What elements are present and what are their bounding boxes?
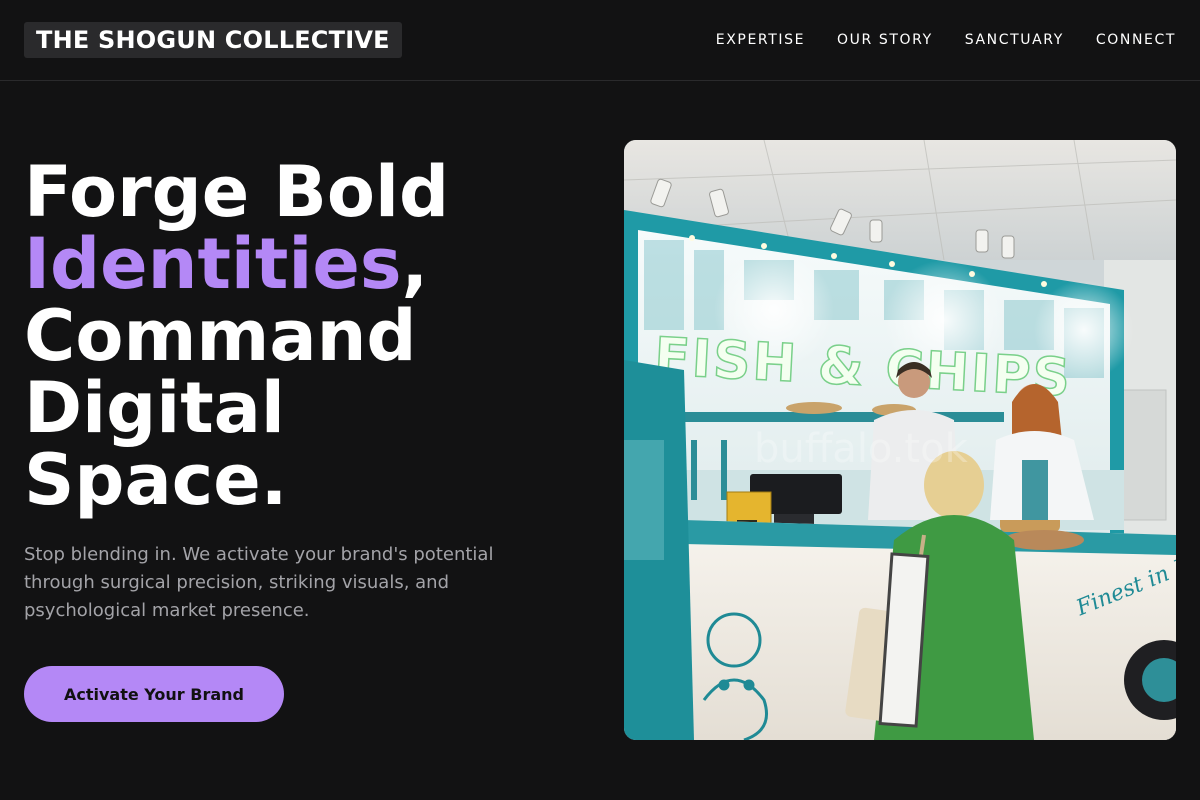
nav-link-sanctuary[interactable]: SANCTUARY — [965, 30, 1064, 50]
brand-logo[interactable]: THE SHOGUN COLLECTIVE — [24, 22, 402, 58]
hero-subtext: Stop blending in. We activate your brand… — [24, 544, 494, 621]
headline-line-4: Digital — [24, 367, 285, 449]
nav-link-connect[interactable]: CONNECT — [1096, 30, 1176, 50]
headline-accent: Identities — [24, 223, 402, 305]
hero-image: FISH & CHIPS buffalo.tok — [624, 140, 1176, 740]
headline-line-3: Command — [24, 295, 417, 377]
nav-link-our-story[interactable]: OUR STORY — [837, 30, 933, 50]
main-nav: EXPERTISE OUR STORY SANCTUARY CONNECT — [716, 30, 1176, 50]
site-header: THE SHOGUN COLLECTIVE EXPERTISE OUR STOR… — [0, 0, 1200, 81]
shop-photo-illustration: FISH & CHIPS buffalo.tok — [624, 140, 1176, 740]
hero-headline: Forge Bold Identities, Command Digital S… — [24, 156, 584, 516]
headline-comma: , — [401, 223, 429, 305]
photo-watermark: buffalo.tok — [754, 426, 969, 472]
nav-link-expertise[interactable]: EXPERTISE — [716, 30, 805, 50]
headline-line-5: Space. — [24, 439, 288, 521]
headline-line-1: Forge Bold — [24, 151, 450, 233]
activate-brand-button[interactable]: Activate Your Brand — [24, 666, 284, 722]
